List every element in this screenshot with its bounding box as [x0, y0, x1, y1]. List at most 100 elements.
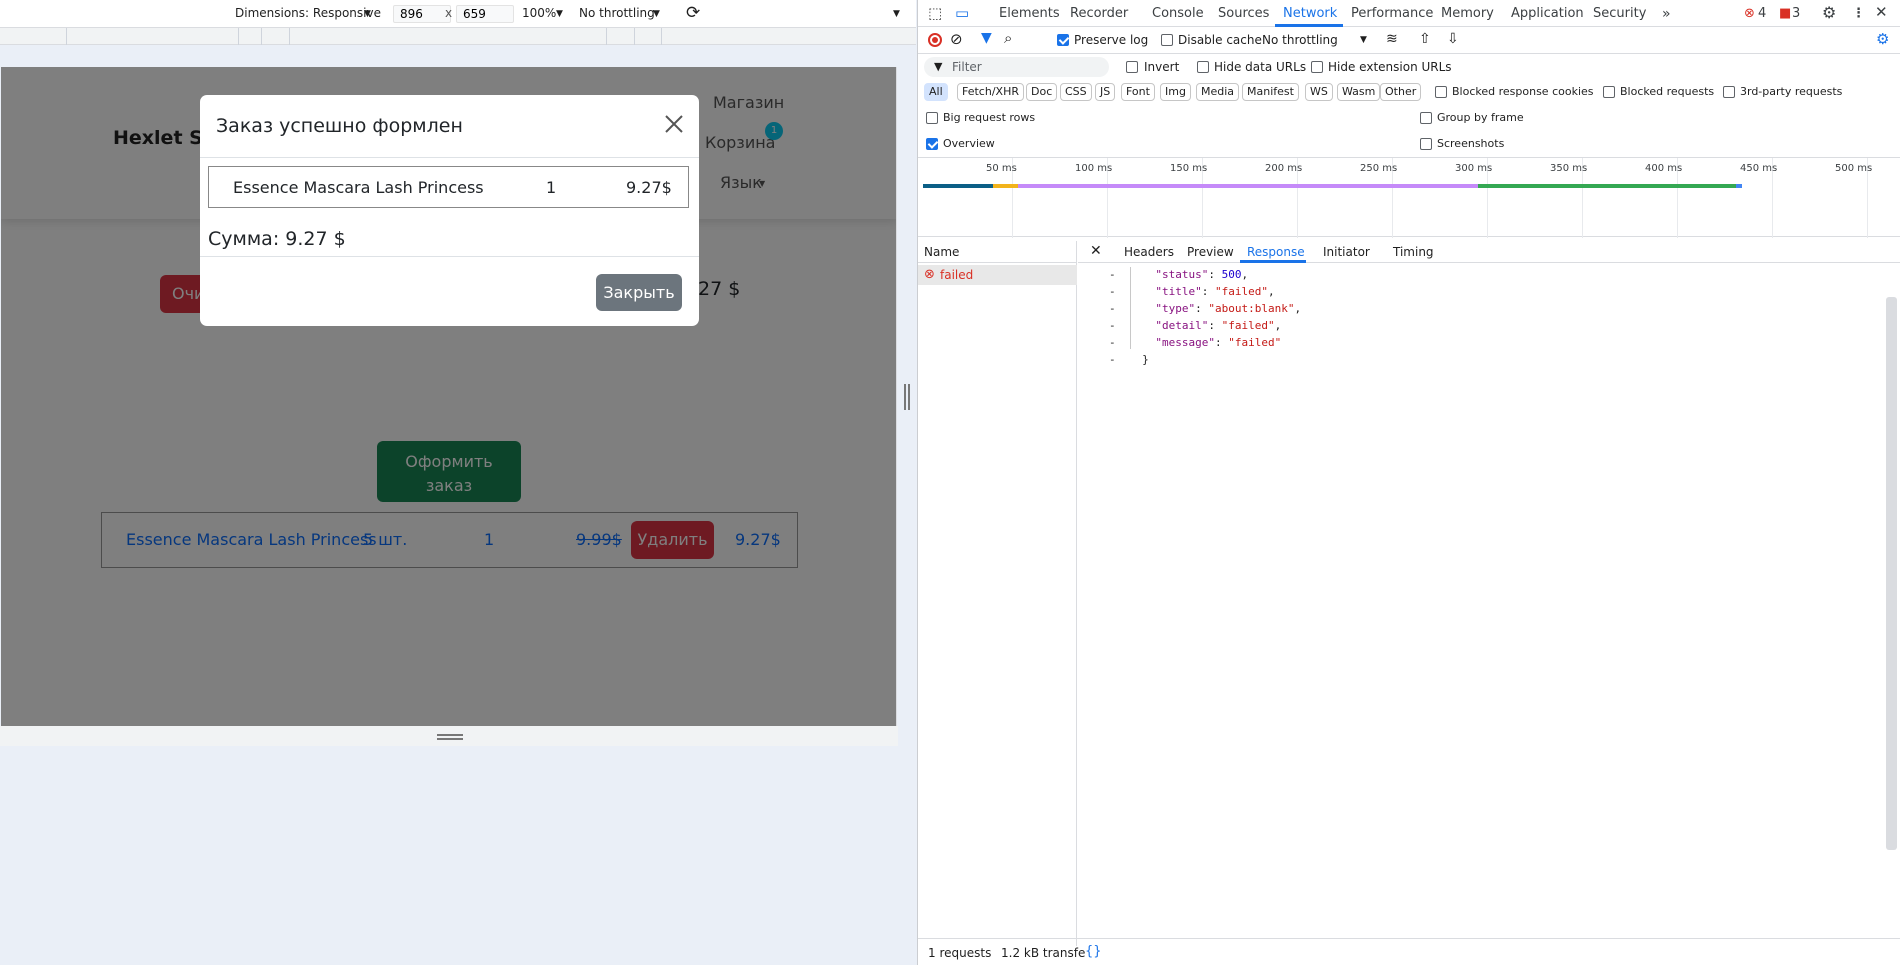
detail-tab-timing[interactable]: Timing — [1393, 245, 1434, 259]
tick-400: 400 ms — [1645, 163, 1683, 174]
filter-icon[interactable]: ▼ — [981, 30, 992, 46]
json-line-title: - "title": "failed", — [1109, 285, 1275, 298]
tick-50: 50 ms — [986, 163, 1017, 174]
clear-icon[interactable]: ⊘ — [950, 30, 963, 48]
width-input[interactable] — [393, 5, 451, 23]
request-row[interactable]: ⊗ failed — [918, 265, 1077, 285]
filter-icon: ▼ — [934, 60, 943, 73]
name-column-header[interactable]: Name — [918, 241, 1077, 263]
request-list: Name ⊗ failed — [918, 241, 1077, 946]
disable-cache-label: Disable cache — [1178, 33, 1262, 47]
resize-handle-right[interactable] — [904, 384, 910, 410]
tab-application[interactable]: Application — [1511, 6, 1584, 21]
detail-tab-response[interactable]: Response — [1247, 245, 1305, 259]
import-har-icon[interactable]: ⇧ — [1419, 31, 1431, 47]
throttling-dropdown[interactable]: No throttling — [579, 6, 655, 20]
zoom-dropdown[interactable]: 100% — [522, 6, 556, 20]
resize-handle-bottom[interactable] — [437, 734, 463, 740]
network-conditions-icon[interactable]: ≋ — [1386, 31, 1398, 47]
response-body: - "status": 500, - "title": "failed", - … — [1078, 265, 1900, 938]
tab-elements[interactable]: Elements — [999, 6, 1060, 21]
type-filter-img[interactable]: Img — [1160, 83, 1191, 101]
tick-100: 100 ms — [1075, 163, 1113, 174]
network-settings-icon[interactable]: ⚙ — [1876, 30, 1889, 48]
device-toggle-icon[interactable]: ▭ — [955, 4, 969, 22]
modal-close-button[interactable]: Закрыть — [596, 274, 682, 311]
modal-item-row: Essence Mascara Lash Princess 1 9.27$ — [208, 166, 689, 208]
warning-count[interactable]: 3 — [1792, 6, 1800, 21]
type-filter-wasm[interactable]: Wasm — [1337, 83, 1381, 101]
search-icon[interactable]: ⌕ — [1004, 29, 1012, 47]
type-filter-manifest[interactable]: Manifest — [1242, 83, 1299, 101]
detail-tab-preview[interactable]: Preview — [1187, 245, 1234, 259]
inspect-icon[interactable]: ⬚ — [928, 4, 942, 22]
record-icon[interactable] — [928, 33, 942, 47]
tab-console[interactable]: Console — [1152, 6, 1204, 21]
filter-input[interactable]: ▼ Filter — [924, 57, 1109, 77]
group-by-frame-checkbox[interactable] — [1420, 112, 1432, 124]
format-braces-icon[interactable]: {} — [1085, 944, 1102, 959]
network-throttling-dropdown[interactable]: No throttling — [1262, 33, 1338, 47]
type-filter-fetch[interactable]: Fetch/XHR — [957, 83, 1024, 101]
screenshots-checkbox[interactable] — [1420, 138, 1432, 150]
chevron-down-icon: ▼ — [653, 9, 660, 19]
detail-tab-initiator[interactable]: Initiator — [1323, 245, 1370, 259]
detail-tab-headers[interactable]: Headers — [1124, 245, 1174, 259]
error-icon: ⊗ — [924, 267, 935, 282]
type-filter-media[interactable]: Media — [1196, 83, 1240, 101]
network-overview-timeline[interactable]: 50 ms 100 ms 150 ms 200 ms 250 ms 300 ms… — [918, 157, 1900, 238]
invert-checkbox[interactable] — [1126, 61, 1138, 73]
dimensions-dropdown[interactable]: Dimensions: Responsive — [235, 6, 381, 20]
type-filter-ws[interactable]: WS — [1305, 83, 1333, 101]
active-detail-indicator — [1240, 260, 1306, 263]
height-input[interactable] — [456, 5, 514, 23]
type-filter-other[interactable]: Other — [1380, 83, 1422, 101]
settings-gear-icon[interactable]: ⚙ — [1822, 3, 1836, 22]
group-by-frame-label: Group by frame — [1437, 111, 1524, 124]
preserve-log-checkbox[interactable] — [1057, 34, 1069, 46]
type-filter-js[interactable]: JS — [1095, 83, 1116, 101]
detail-tabbar: ✕ Headers Preview Response Initiator Tim… — [1078, 241, 1900, 263]
close-detail-icon[interactable]: ✕ — [1090, 243, 1102, 259]
error-count[interactable]: 4 — [1758, 6, 1766, 21]
big-rows-checkbox[interactable] — [926, 112, 938, 124]
blocked-requests-checkbox[interactable] — [1603, 86, 1615, 98]
type-filter-all[interactable]: All — [924, 83, 948, 101]
filter-placeholder: Filter — [952, 60, 982, 74]
kebab-menu-icon[interactable]: ⋮ — [1852, 6, 1865, 21]
tab-security[interactable]: Security — [1593, 6, 1646, 21]
tab-sources[interactable]: Sources — [1218, 6, 1269, 21]
issue-icon[interactable]: ■ — [1779, 6, 1791, 21]
tick-250: 250 ms — [1360, 163, 1398, 174]
error-icon[interactable]: ⊗ — [1744, 6, 1755, 21]
tick-450: 450 ms — [1740, 163, 1778, 174]
overview-label: Overview — [943, 137, 995, 150]
chevron-down-icon: ▼ — [364, 9, 371, 19]
devtools-tabbar: ⬚ ▭ Elements Recorder Console Sources Ne… — [918, 0, 1900, 27]
request-name: failed — [940, 268, 974, 282]
modal-footer-divider — [200, 256, 699, 257]
type-filter-font[interactable]: Font — [1121, 83, 1155, 101]
response-scrollbar[interactable] — [1886, 297, 1897, 850]
rotate-icon[interactable]: ⟳ — [686, 3, 700, 23]
tab-network[interactable]: Network — [1283, 6, 1337, 21]
hide-ext-urls-checkbox[interactable] — [1311, 61, 1323, 73]
tab-memory[interactable]: Memory — [1441, 6, 1494, 21]
disable-cache-checkbox[interactable] — [1161, 34, 1173, 46]
blocked-cookies-checkbox[interactable] — [1435, 86, 1447, 98]
close-devtools-icon[interactable]: ✕ — [1875, 3, 1888, 21]
json-line-close: - } — [1109, 353, 1149, 366]
more-options-icon[interactable]: ▼ — [893, 9, 900, 19]
tab-performance[interactable]: Performance — [1351, 6, 1433, 21]
third-party-checkbox[interactable] — [1723, 86, 1735, 98]
timing-bar-waiting — [1018, 184, 1478, 188]
tab-recorder[interactable]: Recorder — [1070, 6, 1128, 21]
overview-checkbox[interactable] — [926, 138, 938, 150]
request-count: 1 requests — [928, 946, 992, 960]
hide-data-urls-checkbox[interactable] — [1197, 61, 1209, 73]
close-icon[interactable] — [663, 113, 685, 135]
export-har-icon[interactable]: ⇩ — [1447, 31, 1459, 47]
type-filter-doc[interactable]: Doc — [1026, 83, 1058, 101]
more-tabs-icon[interactable]: » — [1662, 6, 1671, 22]
type-filter-css[interactable]: CSS — [1060, 83, 1092, 101]
